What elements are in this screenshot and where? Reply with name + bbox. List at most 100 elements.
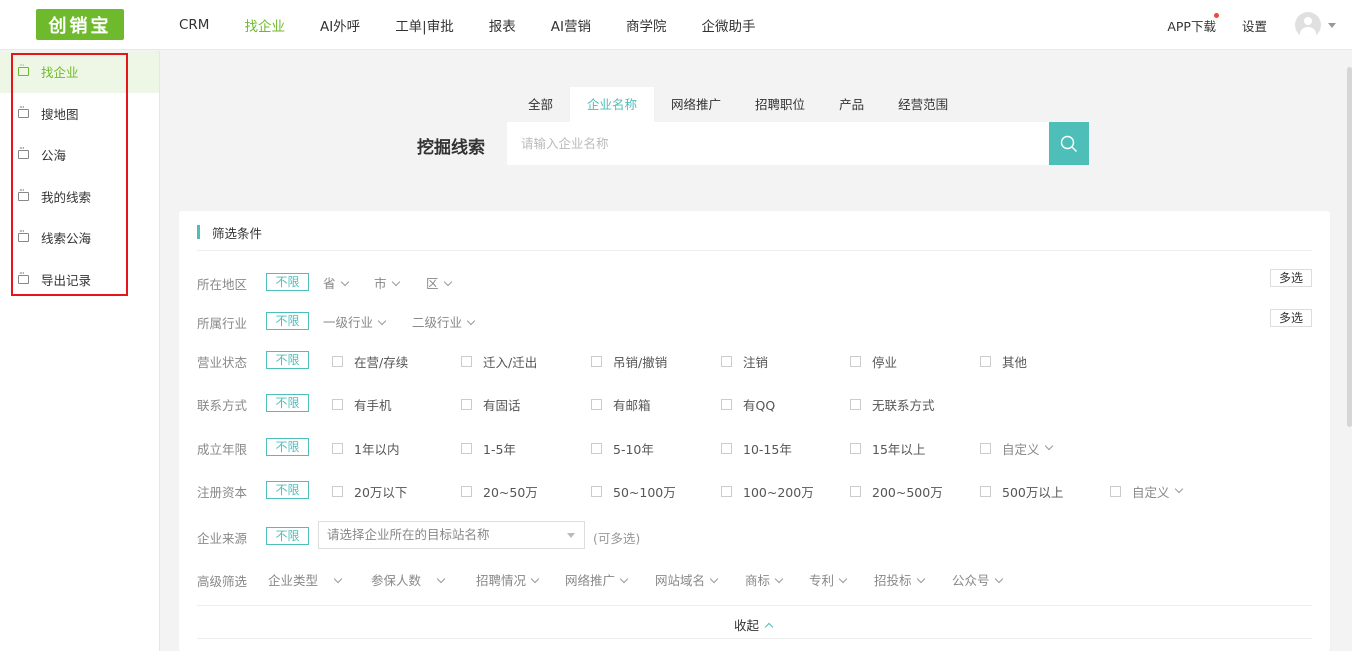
chevron-down-icon[interactable] (1328, 22, 1336, 28)
capital-option[interactable]: 500万以上 (980, 482, 1063, 501)
tab-business-scope[interactable]: 经营范围 (881, 87, 965, 122)
nav-item-ai-marketing[interactable]: AI营销 (551, 15, 591, 35)
nav-item-crm[interactable]: CRM (179, 17, 209, 33)
tab-company-name[interactable]: 企业名称 (570, 87, 655, 122)
capital-option[interactable]: 20万以下 (332, 482, 407, 501)
industry-unlimited-button[interactable]: 不限 (266, 312, 309, 330)
sidebar-item-find-company[interactable]: 找企业 (0, 51, 159, 93)
checkbox[interactable] (850, 356, 861, 367)
official-account-dropdown[interactable]: 公众号 (952, 570, 1003, 589)
checkbox[interactable] (721, 486, 732, 497)
contact-option[interactable]: 有邮箱 (591, 395, 651, 414)
contact-option[interactable]: 有QQ (721, 395, 775, 414)
search-button[interactable] (1049, 122, 1089, 165)
tab-products[interactable]: 产品 (822, 87, 881, 122)
nav-item-wecom-assistant[interactable]: 企微助手 (701, 15, 755, 35)
years-option[interactable]: 1-5年 (461, 439, 516, 458)
primary-industry-dropdown[interactable]: 一级行业 (323, 312, 387, 331)
checkbox[interactable] (591, 399, 602, 410)
nav-item-academy[interactable]: 商学院 (626, 15, 667, 35)
status-option[interactable]: 迁入/迁出 (461, 352, 537, 371)
capital-custom-option[interactable]: 自定义 (1110, 482, 1183, 501)
contact-option[interactable]: 有固话 (461, 395, 521, 414)
contact-unlimited-button[interactable]: 不限 (266, 394, 309, 412)
tab-all[interactable]: 全部 (511, 87, 570, 122)
checkbox[interactable] (980, 443, 991, 454)
checkbox[interactable] (332, 399, 343, 410)
district-dropdown[interactable]: 区 (426, 273, 452, 292)
tab-job-positions[interactable]: 招聘职位 (738, 87, 822, 122)
sidebar-item-export-records[interactable]: 导出记录 (0, 259, 159, 301)
capital-option[interactable]: 100~200万 (721, 482, 814, 501)
checkbox[interactable] (721, 356, 732, 367)
contact-option[interactable]: 有手机 (332, 395, 392, 414)
checkbox[interactable] (461, 486, 472, 497)
settings-link[interactable]: 设置 (1242, 16, 1267, 35)
checkbox[interactable] (461, 443, 472, 454)
checkbox[interactable] (980, 356, 991, 367)
years-option[interactable]: 10-15年 (721, 439, 792, 458)
region-multi-select-button[interactable]: 多选 (1270, 269, 1312, 287)
company-type-dropdown[interactable]: 企业类型 (268, 570, 343, 589)
checkbox[interactable] (332, 486, 343, 497)
checkbox[interactable] (721, 443, 732, 454)
sidebar-item-map-search[interactable]: 搜地图 (0, 93, 159, 135)
app-download-link[interactable]: APP下载 (1167, 12, 1219, 35)
checkbox[interactable] (591, 486, 602, 497)
region-unlimited-button[interactable]: 不限 (266, 273, 309, 291)
checkbox[interactable] (980, 486, 991, 497)
checkbox[interactable] (1110, 486, 1121, 497)
checkbox[interactable] (591, 443, 602, 454)
status-option[interactable]: 其他 (980, 352, 1027, 371)
patent-dropdown[interactable]: 专利 (809, 570, 848, 589)
nav-item-find-company[interactable]: 找企业 (244, 15, 285, 35)
checkbox[interactable] (591, 356, 602, 367)
contact-option[interactable]: 无联系方式 (850, 395, 935, 414)
status-unlimited-button[interactable]: 不限 (266, 351, 309, 369)
capital-option[interactable]: 50~100万 (591, 482, 676, 501)
avatar[interactable] (1295, 12, 1321, 38)
province-dropdown[interactable]: 省 (323, 273, 349, 292)
insured-count-dropdown[interactable]: 参保人数 (371, 570, 446, 589)
brand-logo[interactable]: 创销宝 (36, 9, 124, 40)
bidding-dropdown[interactable]: 招投标 (874, 570, 925, 589)
checkbox[interactable] (850, 486, 861, 497)
page-scrollbar[interactable] (1347, 67, 1352, 427)
years-unlimited-button[interactable]: 不限 (266, 438, 309, 456)
checkbox[interactable] (850, 399, 861, 410)
source-unlimited-button[interactable]: 不限 (266, 527, 309, 545)
sidebar-item-my-leads[interactable]: 我的线索 (0, 176, 159, 218)
secondary-industry-dropdown[interactable]: 二级行业 (412, 312, 476, 331)
nav-item-reports[interactable]: 报表 (489, 15, 516, 35)
capital-option[interactable]: 20~50万 (461, 482, 538, 501)
years-option[interactable]: 5-10年 (591, 439, 654, 458)
city-dropdown[interactable]: 市 (374, 273, 400, 292)
status-option[interactable]: 吊销/撤销 (591, 352, 667, 371)
checkbox[interactable] (461, 356, 472, 367)
source-select[interactable]: 请选择企业所在的目标站名称 (318, 521, 585, 549)
checkbox[interactable] (850, 443, 861, 454)
online-promotion-dropdown[interactable]: 网络推广 (565, 570, 629, 589)
tab-online-promotion[interactable]: 网络推广 (654, 87, 738, 122)
checkbox[interactable] (721, 399, 732, 410)
trademark-dropdown[interactable]: 商标 (745, 570, 784, 589)
capital-option[interactable]: 200~500万 (850, 482, 943, 501)
sidebar-item-public-pool[interactable]: 公海 (0, 134, 159, 176)
checkbox[interactable] (461, 399, 472, 410)
status-option[interactable]: 停业 (850, 352, 897, 371)
capital-unlimited-button[interactable]: 不限 (266, 481, 309, 499)
industry-multi-select-button[interactable]: 多选 (1270, 309, 1312, 327)
hiring-status-dropdown[interactable]: 招聘情况 (476, 570, 540, 589)
search-input[interactable] (507, 122, 1049, 165)
years-custom-option[interactable]: 自定义 (980, 439, 1053, 458)
status-option[interactable]: 注销 (721, 352, 768, 371)
years-option[interactable]: 15年以上 (850, 439, 925, 458)
checkbox[interactable] (332, 443, 343, 454)
website-domain-dropdown[interactable]: 网站域名 (655, 570, 719, 589)
checkbox[interactable] (332, 356, 343, 367)
years-option[interactable]: 1年以内 (332, 439, 399, 458)
status-option[interactable]: 在营/存续 (332, 352, 408, 371)
nav-item-ticket-approval[interactable]: 工单|审批 (395, 15, 454, 35)
nav-item-ai-call[interactable]: AI外呼 (320, 15, 360, 35)
sidebar-item-lead-pool[interactable]: 线索公海 (0, 217, 159, 259)
